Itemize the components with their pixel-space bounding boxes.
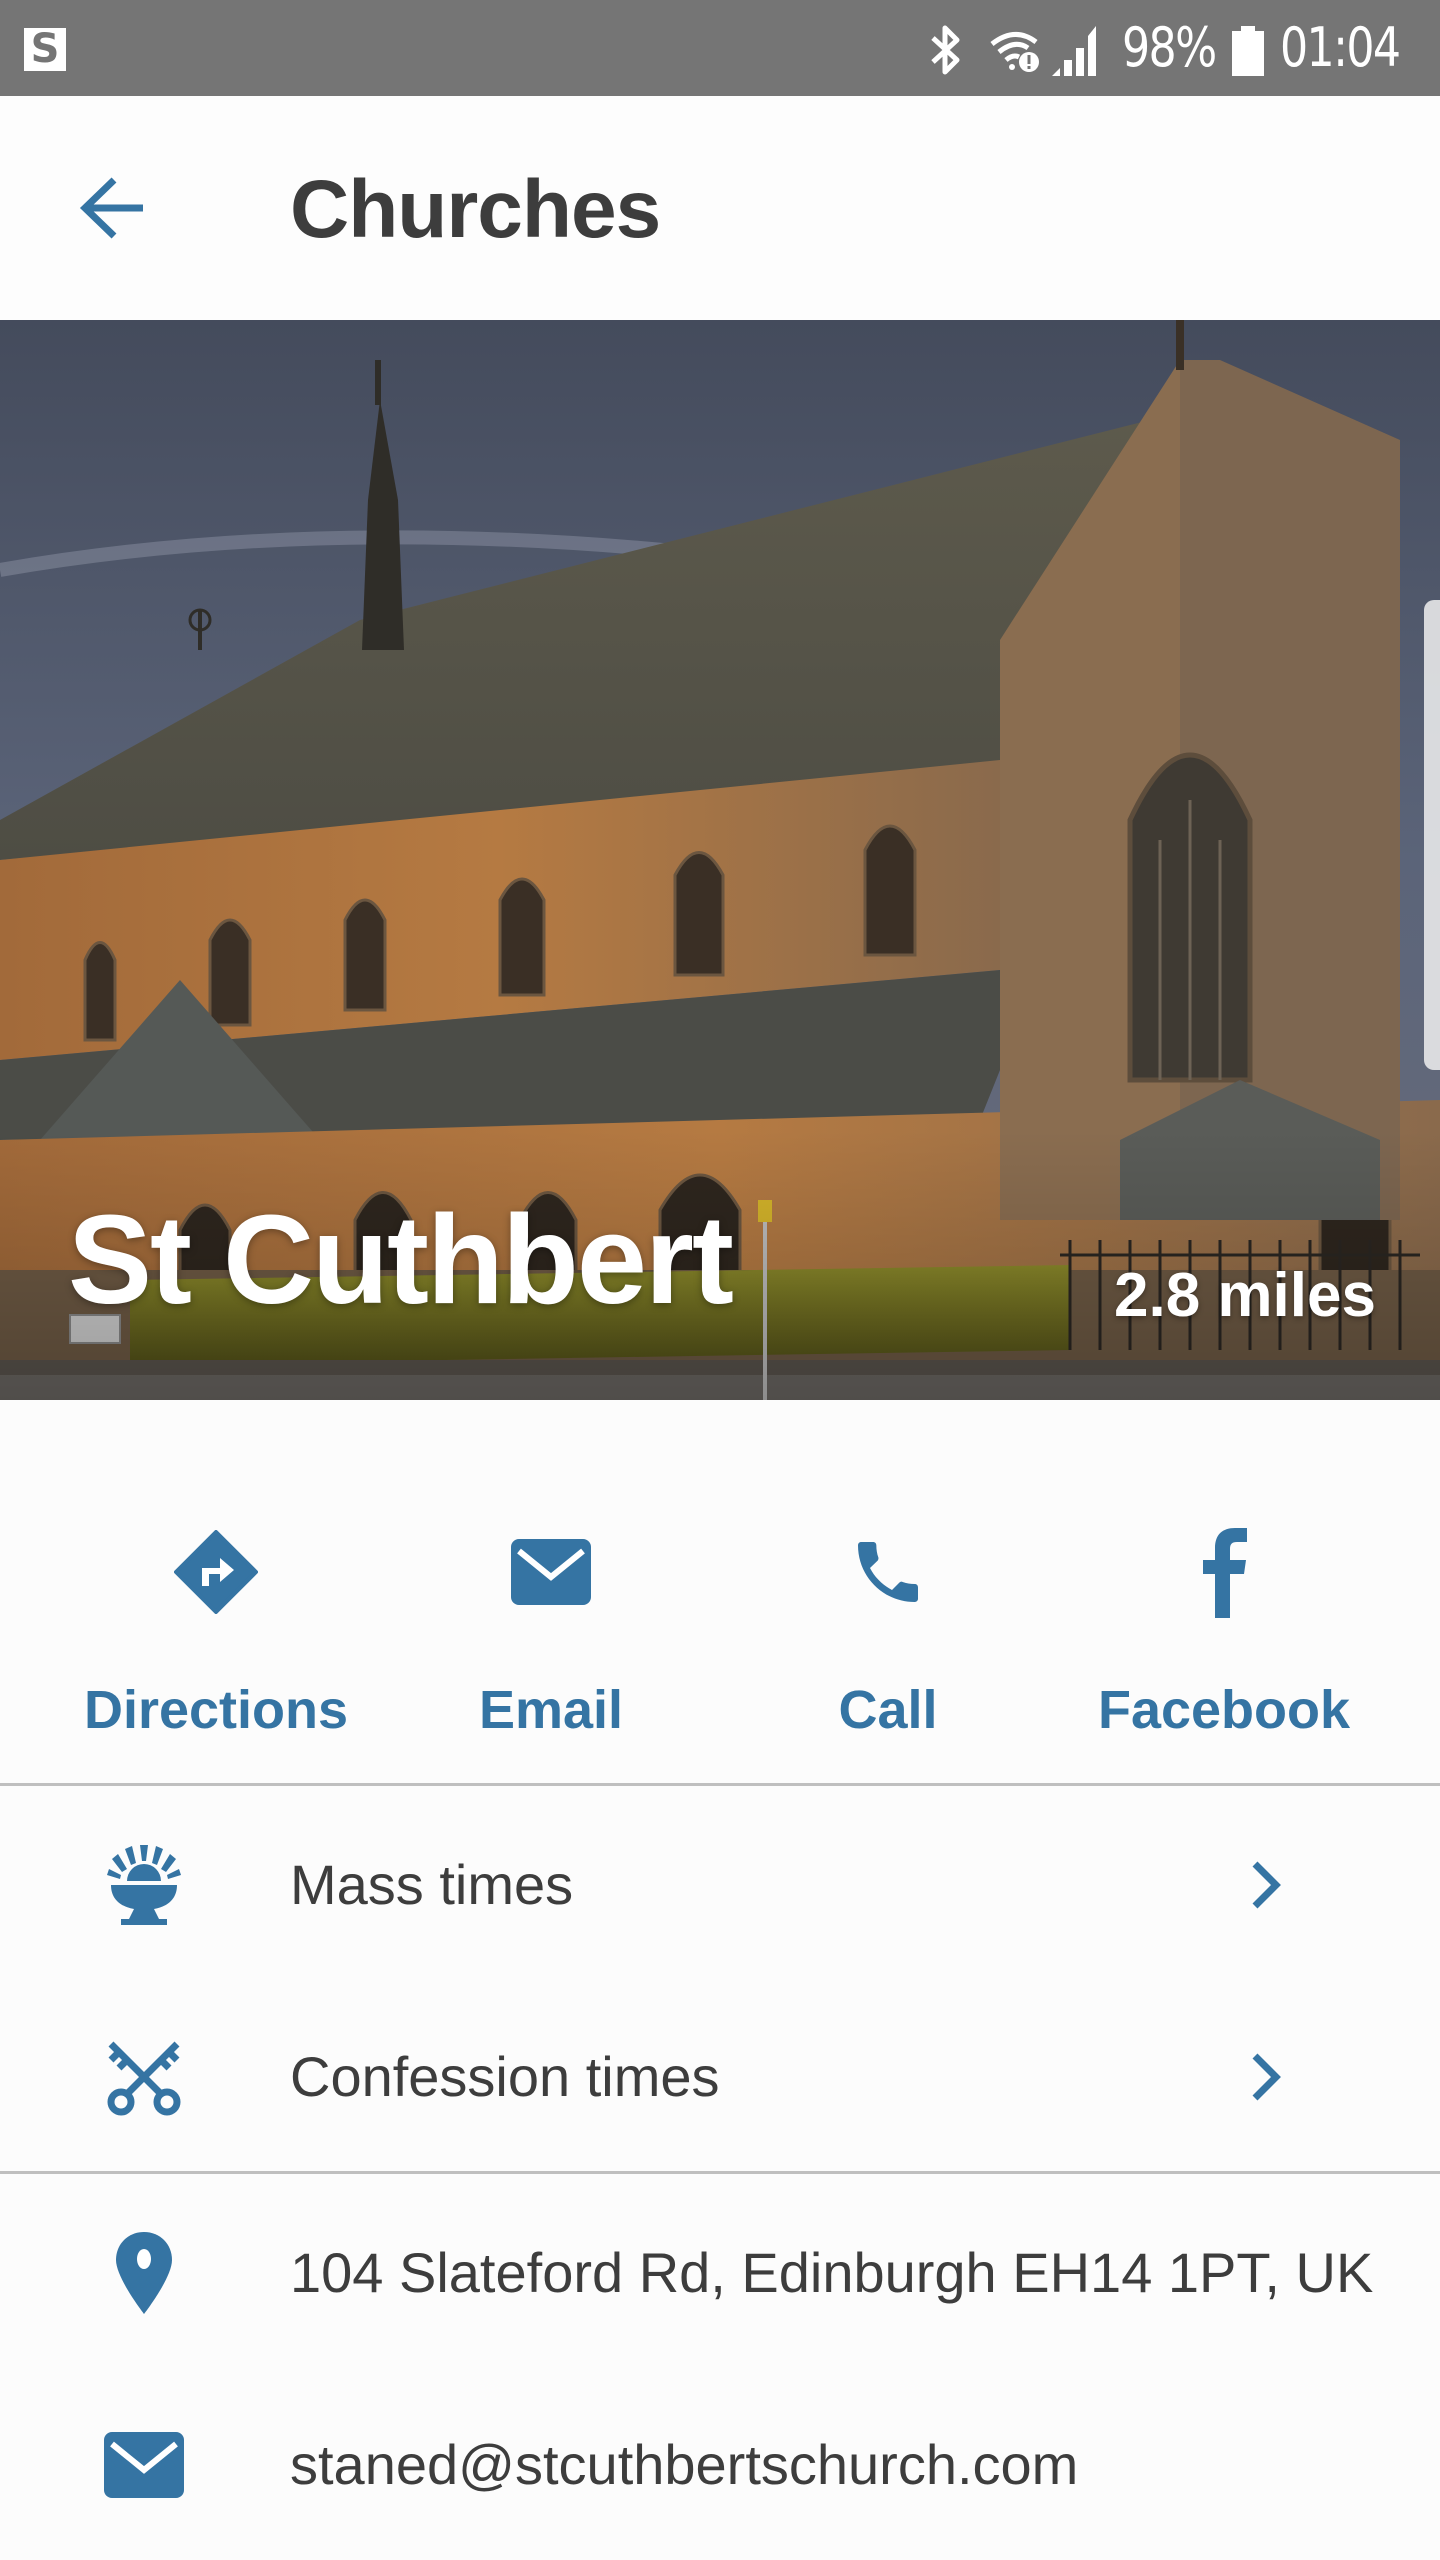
- signal-icon: [1052, 26, 1096, 76]
- arrow-back-icon: [79, 177, 143, 239]
- email-label: Email: [478, 1680, 624, 1740]
- chevron-right-icon: [1252, 1861, 1281, 1909]
- s-notification-icon: S: [24, 28, 66, 71]
- church-name: St Cuthbert: [68, 1189, 734, 1330]
- facebook-icon: [1203, 1528, 1247, 1618]
- phone-icon: [858, 1542, 918, 1602]
- location-pin-icon: [116, 2232, 172, 2314]
- mass-times-row[interactable]: Mass times: [0, 1790, 1440, 1980]
- battery-percent: 98%: [1122, 16, 1217, 79]
- section-divider: [0, 1783, 1440, 1786]
- directions-label: Directions: [83, 1680, 349, 1740]
- directions-icon: [174, 1530, 258, 1614]
- email-row[interactable]: staned@stcuthbertschurch.com: [0, 2370, 1440, 2560]
- battery-icon: [1232, 26, 1264, 76]
- email-button[interactable]: Email: [401, 1460, 701, 1740]
- call-button[interactable]: Call: [738, 1460, 1038, 1740]
- facebook-label: Facebook: [1097, 1680, 1351, 1740]
- call-label: Call: [838, 1680, 938, 1740]
- bluetooth-icon: [931, 25, 960, 75]
- page-title: Churches: [290, 164, 661, 255]
- clock-time: 01:04: [1280, 16, 1401, 79]
- confession-times-row[interactable]: Confession times: [0, 1982, 1440, 2172]
- directions-button[interactable]: Directions: [66, 1460, 366, 1740]
- wifi-alert-icon: [990, 32, 1039, 72]
- address-row[interactable]: 104 Slateford Rd, Edinburgh EH14 1PT, UK: [0, 2178, 1440, 2368]
- facebook-button[interactable]: Facebook: [1074, 1460, 1374, 1740]
- status-bar: S 98% 01:04: [0, 0, 1440, 96]
- section-divider: [0, 2171, 1440, 2174]
- mass-times-label: Mass times: [290, 1853, 574, 1916]
- app-bar: [0, 96, 1440, 320]
- crossed-keys-icon: [107, 2041, 181, 2116]
- email-icon: [511, 1539, 591, 1605]
- distance-label: 2.8 miles: [1114, 1261, 1376, 1330]
- chevron-right-icon: [1252, 2053, 1281, 2101]
- back-button[interactable]: [70, 170, 154, 246]
- address-text: 104 Slateford Rd, Edinburgh EH14 1PT, UK: [290, 2241, 1374, 2304]
- email-icon: [104, 2432, 184, 2498]
- confession-times-label: Confession times: [290, 2045, 720, 2108]
- edge-panel-handle[interactable]: [1424, 600, 1440, 1070]
- chalice-icon: [107, 1845, 181, 1925]
- email-text: staned@stcuthbertschurch.com: [290, 2433, 1079, 2496]
